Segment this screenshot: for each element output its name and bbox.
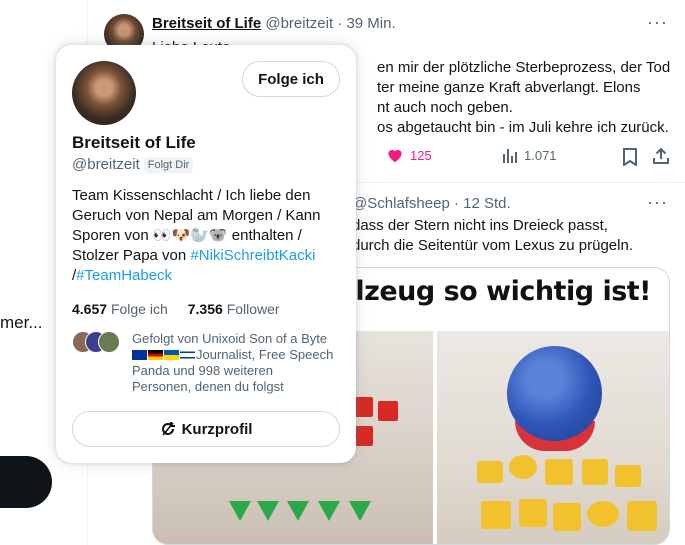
avatar (98, 331, 120, 353)
profile-name[interactable]: Breitseit of Life (72, 133, 196, 153)
tweet-header: Breitseit of Life @breitzeit · 39 Min. (152, 15, 396, 32)
bio-text: enthalten / (227, 227, 302, 244)
tweet-time[interactable]: · 39 Min. (337, 15, 395, 32)
avatar[interactable] (72, 61, 136, 125)
followed-by-text-part: Journalist, Free Speech (196, 347, 334, 362)
followers-stat[interactable]: 7.356 Follower (188, 301, 280, 317)
profile-hovercard: Folge ich Breitseit of Life @breitzeit F… (56, 45, 356, 463)
followers-label: Follower (226, 301, 280, 317)
bio-line: Geruch von Nepal am Morgen / Kann (72, 207, 321, 224)
bio-line: Sporen von 👀🐶🦭🐨 enthalten / (72, 226, 342, 246)
more-icon[interactable]: ··· (647, 12, 668, 33)
tweet-header: @Schlafsheep · 12 Std. (352, 195, 511, 212)
share-icon[interactable] (652, 147, 670, 168)
view-count: 1.071 (524, 147, 557, 163)
ukrainian-flag-icon (164, 350, 179, 360)
bookmark-icon[interactable] (622, 148, 638, 169)
post-button[interactable] (0, 456, 52, 508)
followers-you-know-avatars (72, 331, 122, 355)
more-icon[interactable]: ··· (647, 192, 668, 213)
followers-count: 7.356 (187, 301, 223, 317)
profile-summary-button[interactable]: Kurzprofil (72, 411, 340, 447)
profile-bio: Team Kissenschlacht / Ich liebe den Geru… (72, 186, 342, 286)
tweet-text-line: durch die Seitentür vom Lexus zu prügeln… (352, 237, 633, 254)
tweet-text-line: dass der Stern nicht ins Dreieck passt, (352, 217, 608, 234)
bio-line: /#TeamHabeck (72, 266, 342, 286)
following-label: Folge ich (110, 301, 168, 317)
german-flag-icon (148, 350, 163, 360)
author-name[interactable]: Breitseit of Life (152, 15, 261, 32)
followed-by-text: Gefolgt von Unixoid Son of a Byte Journa… (132, 331, 347, 395)
bio-line: Team Kissenschlacht / Ich liebe den (72, 187, 311, 204)
profile-handle[interactable]: @breitzeit (72, 156, 140, 173)
author-handle[interactable]: @breitzeit (265, 15, 333, 32)
left-truncated-text[interactable]: mer... (0, 313, 43, 333)
bio-text: Sporen von (72, 227, 153, 244)
profile-handle-row: @breitzeit Folgt Dir (72, 156, 194, 173)
hashtag-link[interactable]: #TeamHabeck (76, 267, 172, 284)
analytics-icon (503, 149, 517, 163)
like-button[interactable]: 125 (386, 147, 432, 163)
tweet-text: dass der Stern nicht ins Dreieck passt, … (352, 216, 633, 256)
profile-stats: 4.657 Folge ich 7.356 Follower (72, 301, 280, 317)
bio-line: Stolzer Papa von #NikiSchreibtKacki (72, 246, 342, 266)
author-handle[interactable]: @Schlafsheep (352, 195, 450, 212)
israeli-flag-icon (180, 350, 195, 360)
followed-by-line: Gefolgt von Unixoid Son of a Byte (132, 331, 328, 346)
profile-summary-label: Kurzprofil (181, 420, 253, 438)
followed-by-line: Panda und 998 weiteren (132, 363, 273, 378)
like-count: 125 (410, 147, 432, 163)
views-button[interactable]: 1.071 (502, 147, 557, 163)
eu-flag-icon (132, 350, 147, 360)
heart-icon (388, 149, 402, 163)
following-stat[interactable]: 4.657 Folge ich (72, 301, 168, 317)
bio-emoji: 👀🐶🦭🐨 (152, 227, 228, 244)
hashtag-link[interactable]: #NikiSchreibtKacki (190, 247, 315, 264)
follows-you-badge: Folgt Dir (143, 156, 194, 173)
tweet-time[interactable]: · 12 Std. (454, 195, 511, 212)
followed-by-line: Personen, denen du folgst (132, 379, 284, 394)
followed-by-line: Journalist, Free Speech (132, 347, 347, 363)
following-button[interactable]: Folge ich (242, 61, 340, 97)
following-count: 4.657 (72, 301, 108, 317)
shape-sorter-photo[interactable] (437, 331, 669, 544)
bio-text: Stolzer Papa von (72, 247, 191, 264)
refresh-icon (161, 422, 175, 436)
